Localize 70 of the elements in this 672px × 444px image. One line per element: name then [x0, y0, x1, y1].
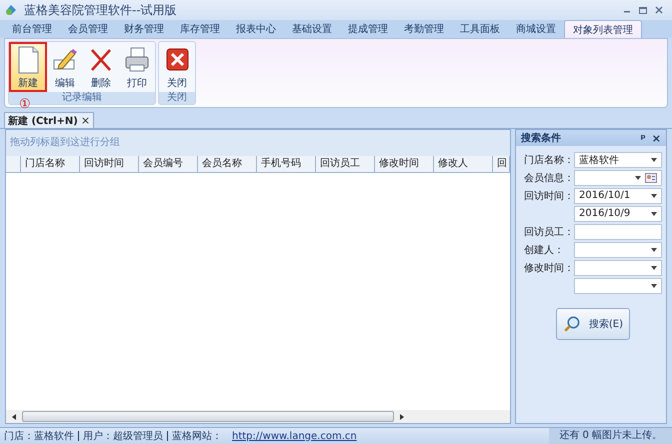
ribbon-button[interactable]: 新建: [9, 42, 47, 92]
column-header[interactable]: 会员编号: [139, 156, 198, 172]
column-header[interactable]: 门店名称: [21, 156, 80, 172]
tab-label: 新建 (Ctrl+N): [8, 114, 78, 128]
menu-tab[interactable]: 提成管理: [340, 20, 396, 38]
dropdown-arrow-icon[interactable]: [651, 212, 657, 216]
horizontal-scrollbar[interactable]: [6, 410, 510, 423]
annotation-number: ①: [19, 98, 31, 112]
dropdown-field[interactable]: [574, 260, 662, 276]
field-label: 创建人：: [524, 244, 565, 256]
column-header[interactable]: 手机号码: [257, 156, 316, 172]
dropdown-field[interactable]: 2016/10/9: [574, 206, 662, 222]
dropdown-arrow-icon[interactable]: [651, 266, 657, 270]
ribbon-button[interactable]: 打印: [119, 42, 155, 92]
group-by-hint: 拖动列标题到这进行分组: [6, 130, 510, 156]
menu-tab[interactable]: 前台管理: [4, 20, 60, 38]
card-icon[interactable]: [645, 172, 657, 182]
scroll-thumb[interactable]: [22, 411, 394, 422]
maximize-icon[interactable]: [638, 5, 648, 15]
dropdown-field[interactable]: [574, 278, 662, 294]
dropdown-field[interactable]: 蓝格软件: [574, 152, 662, 168]
close-icon[interactable]: [654, 5, 664, 15]
dropdown-arrow-icon[interactable]: [635, 176, 641, 180]
window-title: 蓝格美容院管理软件--试用版: [24, 2, 177, 18]
printer-icon: [123, 44, 151, 74]
scroll-left-icon[interactable]: [10, 412, 18, 420]
dropdown-field[interactable]: 2016/10/1: [574, 188, 662, 204]
column-header[interactable]: 修改人: [434, 156, 493, 172]
dropdown-arrow-icon[interactable]: [651, 158, 657, 162]
column-header[interactable]: 回: [493, 156, 510, 172]
menu-tab[interactable]: 考勤管理: [396, 20, 452, 38]
ribbon-button[interactable]: 关闭: [159, 42, 195, 92]
field-label: 修改时间：: [524, 262, 574, 274]
panel-close-button[interactable]: ×: [652, 132, 661, 144]
column-header[interactable]: 回访员工: [316, 156, 375, 172]
field-label: 回访时间：: [524, 190, 574, 202]
text-field[interactable]: [574, 224, 662, 240]
scroll-right-icon[interactable]: [398, 412, 406, 420]
pin-button[interactable]: ᵖ: [640, 132, 646, 144]
column-header[interactable]: 会员名称: [198, 156, 257, 172]
dropdown-arrow-icon[interactable]: [651, 284, 657, 288]
website-link[interactable]: http://www.lange.com.cn: [232, 430, 357, 442]
tab-close-button[interactable]: ×: [80, 114, 90, 127]
dropdown-field[interactable]: [574, 242, 662, 258]
menu-tab[interactable]: 对象列表管理: [564, 20, 642, 38]
upload-status: 还有 0 幅图片未上传。: [549, 428, 672, 444]
store-info: 门店：蓝格软件: [4, 430, 74, 443]
field-label: 门店名称：: [524, 154, 574, 166]
field-label: 会员信息：: [524, 172, 574, 184]
field-label: 回访员工：: [524, 226, 574, 238]
menu-tab[interactable]: 财务管理: [116, 20, 172, 38]
menu-tab[interactable]: 库存管理: [172, 20, 228, 38]
column-header[interactable]: 回访时间: [80, 156, 139, 172]
menu-tab[interactable]: 报表中心: [228, 20, 284, 38]
menu-tab[interactable]: 工具面板: [452, 20, 508, 38]
menu-tab[interactable]: 基础设置: [284, 20, 340, 38]
dropdown-field[interactable]: [574, 170, 662, 186]
dropdown-arrow-icon[interactable]: [651, 194, 657, 198]
user-info: 用户：超级管理员: [83, 430, 163, 443]
search-button[interactable]: 搜索(E): [556, 308, 630, 340]
panel-title: 搜索条件: [521, 132, 561, 145]
website-label: 蓝格网站：: [172, 430, 222, 443]
menu-tab[interactable]: 会员管理: [60, 20, 116, 38]
app-logo-icon: [4, 3, 18, 17]
ribbon-button[interactable]: 删除: [83, 42, 119, 92]
group-label: 关闭: [159, 92, 195, 104]
column-header[interactable]: 修改时间: [375, 156, 434, 172]
menu-tab[interactable]: 商城设置: [508, 20, 564, 38]
ribbon-button[interactable]: 编辑: [47, 42, 83, 92]
dropdown-arrow-icon[interactable]: [651, 248, 657, 252]
